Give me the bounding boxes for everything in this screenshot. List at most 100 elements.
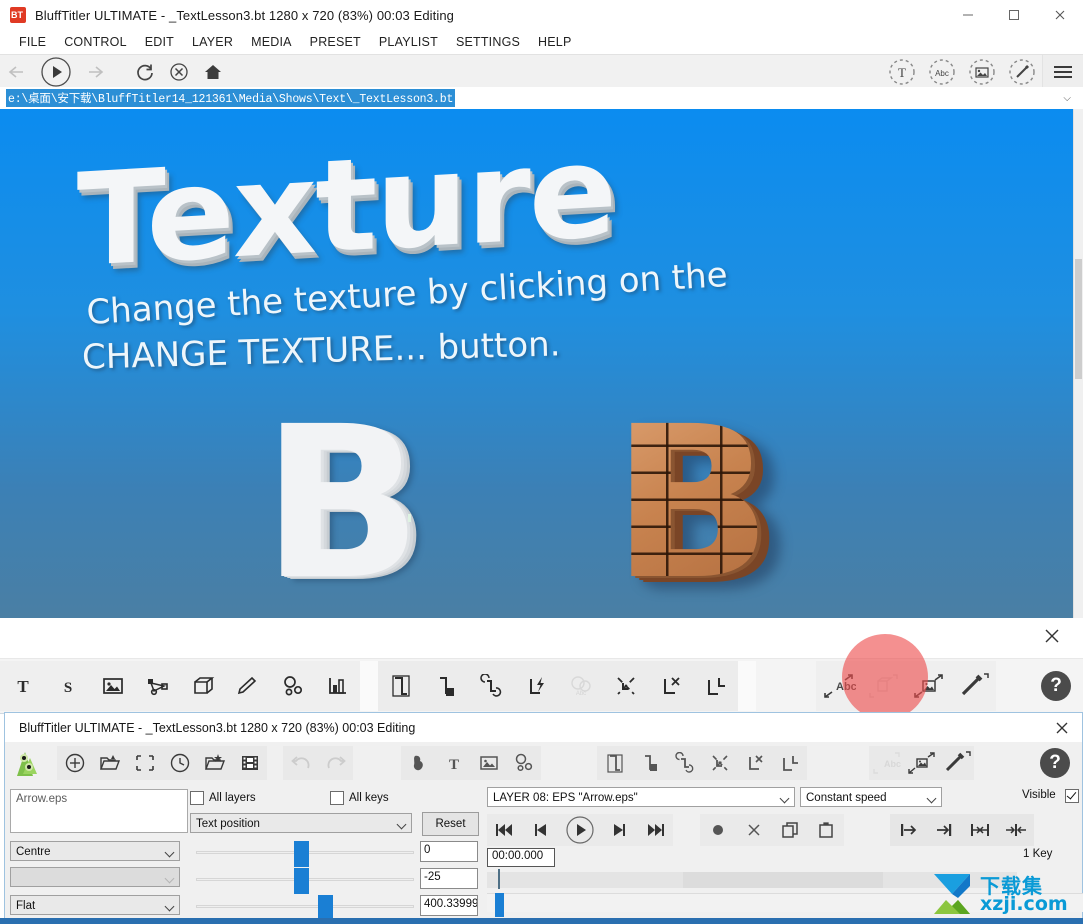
- preview-scrollbar[interactable]: [1073, 109, 1083, 618]
- slider-thumb[interactable]: [294, 841, 309, 867]
- menu-file[interactable]: FILE: [10, 30, 55, 54]
- layer-text-input[interactable]: Arrow.eps: [10, 789, 188, 833]
- property-value-y[interactable]: -25: [420, 868, 478, 889]
- alignment-select[interactable]: Centre: [10, 841, 180, 861]
- jump-to-end-button[interactable]: [637, 814, 673, 846]
- timeline-playhead[interactable]: [498, 869, 500, 889]
- special-text-layer-icon[interactable]: S: [45, 661, 90, 711]
- picture-layer-icon[interactable]: [471, 746, 506, 780]
- play-button[interactable]: [559, 814, 601, 846]
- property-value-x[interactable]: 0: [420, 841, 478, 862]
- next-frame-button[interactable]: [601, 814, 637, 846]
- jump-to-start-button[interactable]: [487, 814, 523, 846]
- home-icon[interactable]: [196, 55, 230, 88]
- open-media-icon[interactable]: [197, 746, 232, 780]
- hamburger-menu-icon[interactable]: [1042, 55, 1083, 88]
- refresh-icon[interactable]: [128, 55, 162, 88]
- paste-layer-icon[interactable]: [423, 661, 468, 711]
- timeline-scrollbar-thumb[interactable]: [495, 893, 504, 917]
- reorder-layer-icon[interactable]: [468, 661, 513, 711]
- paste-layer-icon[interactable]: [632, 746, 667, 780]
- property-value-z[interactable]: 400.339996: [420, 895, 478, 916]
- controls-window-close-button[interactable]: [1042, 713, 1082, 742]
- all-layers-checkbox[interactable]: [190, 791, 204, 805]
- property-slider-y[interactable]: [196, 872, 414, 886]
- all-keys-checkbox[interactable]: [330, 791, 344, 805]
- change-model-icon[interactable]: [861, 661, 906, 711]
- menu-layer[interactable]: LAYER: [183, 30, 242, 54]
- minimize-button[interactable]: [945, 0, 991, 30]
- style-select[interactable]: Flat: [10, 895, 180, 915]
- resize-show-icon[interactable]: [127, 746, 162, 780]
- text-layer-icon[interactable]: T: [0, 661, 45, 711]
- property-slider-z[interactable]: [196, 899, 414, 913]
- property-select[interactable]: Text position: [190, 813, 412, 833]
- layer-select[interactable]: LAYER 08: EPS "Arrow.eps": [487, 787, 795, 807]
- interpolation-select[interactable]: Constant speed: [800, 787, 942, 807]
- duplicate-layer-icon[interactable]: [378, 661, 423, 711]
- export-video-icon[interactable]: [232, 746, 267, 780]
- last-key-button[interactable]: [926, 814, 962, 846]
- new-show-icon[interactable]: [57, 746, 92, 780]
- particle-layer-icon[interactable]: [270, 661, 315, 711]
- all-keys-checkbox-row[interactable]: All keys: [330, 791, 389, 805]
- all-layers-checkbox-row[interactable]: All layers: [190, 791, 256, 805]
- menu-settings[interactable]: SETTINGS: [447, 30, 529, 54]
- forward-arrow-icon[interactable]: [78, 55, 112, 88]
- close-button[interactable]: [1037, 0, 1083, 30]
- change-font-icon[interactable]: Abc: [816, 661, 861, 711]
- preview-scrollbar-thumb[interactable]: [1075, 259, 1082, 379]
- visible-checkbox[interactable]: [1065, 789, 1079, 803]
- menu-preset[interactable]: PRESET: [301, 30, 370, 54]
- split-layer-icon[interactable]: [702, 746, 737, 780]
- file-path-input[interactable]: e:\桌面\安下载\BluffTitler14_121361\Media\Sho…: [6, 89, 455, 107]
- picture-layer-icon[interactable]: [90, 661, 135, 711]
- help-button[interactable]: ?: [1041, 671, 1071, 701]
- stop-circle-icon[interactable]: [162, 55, 196, 88]
- chevron-down-icon[interactable]: ⌵: [1063, 93, 1071, 104]
- set-key-button[interactable]: [700, 814, 736, 846]
- effect-layer-icon[interactable]: [225, 661, 270, 711]
- open-show-icon[interactable]: [92, 746, 127, 780]
- back-arrow-icon[interactable]: [0, 55, 34, 88]
- effect-layer-icon[interactable]: [1002, 55, 1042, 88]
- maximize-button[interactable]: [991, 0, 1037, 30]
- help-button-2[interactable]: ?: [1040, 748, 1070, 778]
- play-circle-icon[interactable]: [34, 55, 78, 88]
- delete-layer-icon[interactable]: [648, 661, 693, 711]
- change-effect-icon[interactable]: [939, 746, 974, 780]
- split-layer-icon[interactable]: [603, 661, 648, 711]
- duration-icon[interactable]: [162, 746, 197, 780]
- audio-layer-icon[interactable]: [315, 661, 360, 711]
- add-layer-icon[interactable]: [693, 661, 738, 711]
- slider-thumb[interactable]: [294, 868, 309, 894]
- property-slider-x[interactable]: [196, 845, 414, 859]
- previous-frame-button[interactable]: [523, 814, 559, 846]
- move-layer-up-icon[interactable]: [513, 661, 558, 711]
- menu-control[interactable]: CONTROL: [55, 30, 136, 54]
- first-key-button[interactable]: [890, 814, 926, 846]
- text-layer-icon[interactable]: T: [436, 746, 471, 780]
- model-layer-icon[interactable]: [180, 661, 225, 711]
- spread-keys-button[interactable]: [962, 814, 998, 846]
- add-layer-icon[interactable]: [772, 746, 807, 780]
- delete-key-button[interactable]: [736, 814, 772, 846]
- timeline-segment[interactable]: [683, 872, 883, 888]
- reset-button[interactable]: Reset: [422, 812, 479, 836]
- change-effect-icon[interactable]: [951, 661, 996, 711]
- menu-edit[interactable]: EDIT: [136, 30, 183, 54]
- picture-layer-icon[interactable]: [962, 55, 1002, 88]
- text-layer-icon[interactable]: T: [882, 55, 922, 88]
- duplicate-layer-icon[interactable]: [597, 746, 632, 780]
- menu-help[interactable]: HELP: [529, 30, 580, 54]
- camera-layer-icon[interactable]: [401, 746, 436, 780]
- copy-key-button[interactable]: [772, 814, 808, 846]
- font-layer-icon[interactable]: Abc: [922, 55, 962, 88]
- menu-playlist[interactable]: PLAYLIST: [370, 30, 447, 54]
- collapse-keys-button[interactable]: [998, 814, 1034, 846]
- particle-layer-icon[interactable]: [506, 746, 541, 780]
- paste-key-button[interactable]: [808, 814, 844, 846]
- menu-media[interactable]: MEDIA: [242, 30, 301, 54]
- timecode-input[interactable]: 00:00.000: [487, 848, 555, 867]
- plasma-layer-icon[interactable]: [135, 661, 180, 711]
